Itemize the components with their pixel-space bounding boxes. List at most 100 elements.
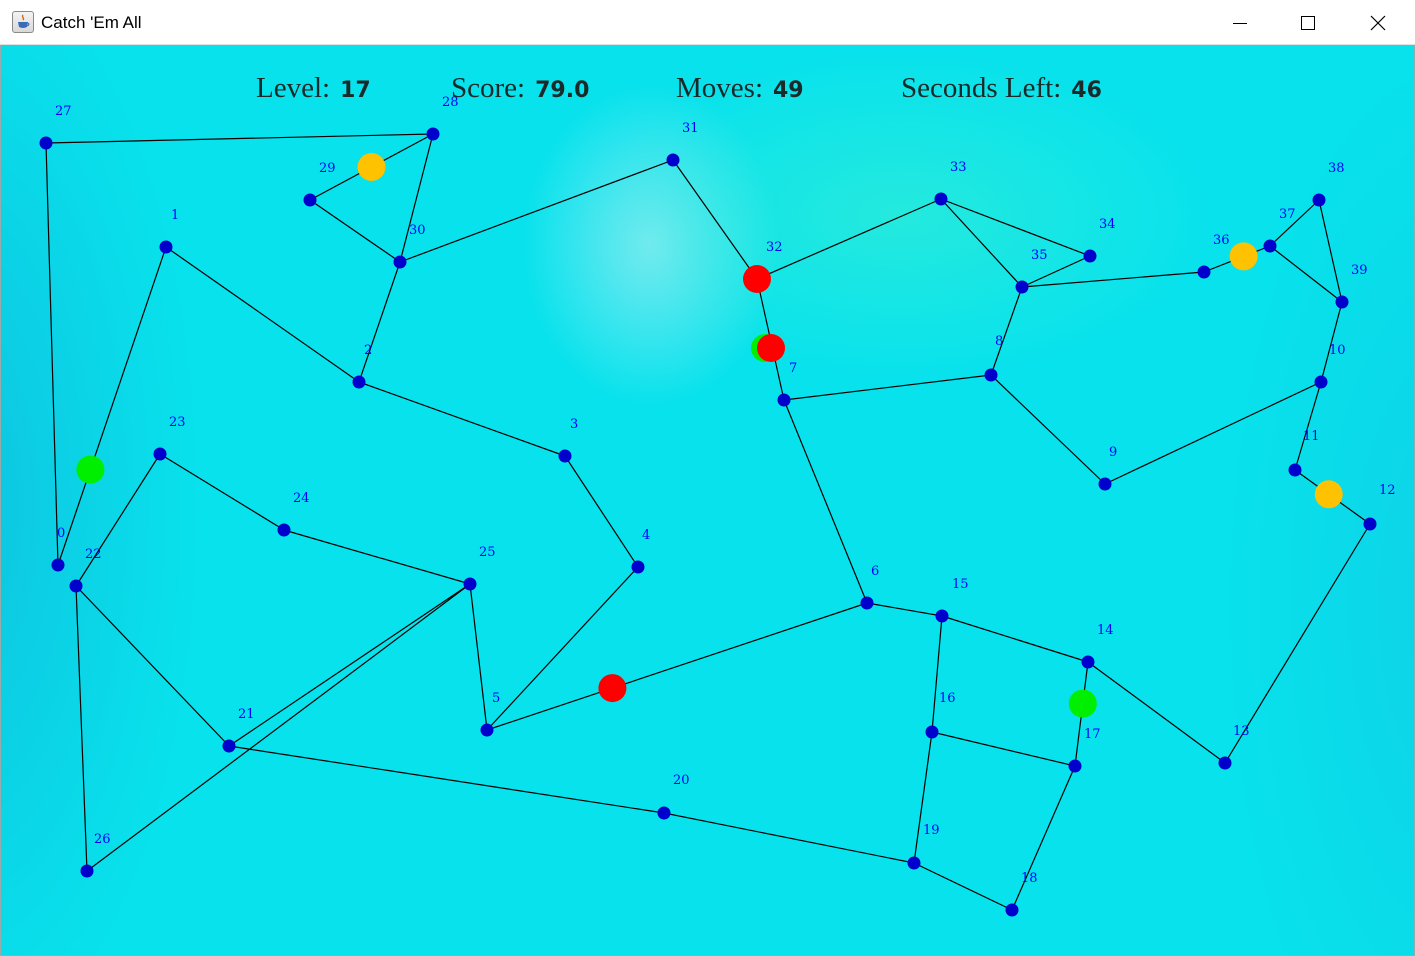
- node-10[interactable]: [1314, 375, 1328, 389]
- node-21[interactable]: [222, 739, 236, 753]
- node-label-7: 7: [789, 361, 797, 376]
- green-piece[interactable]: [1068, 689, 1097, 718]
- node-36[interactable]: [1197, 265, 1211, 279]
- edge-16-19: [913, 731, 933, 864]
- node-label-16: 16: [939, 691, 956, 706]
- level-value: 17: [340, 78, 371, 103]
- node-label-34: 34: [1099, 217, 1116, 232]
- node-34[interactable]: [1083, 249, 1097, 263]
- edge-10-11: [1294, 381, 1322, 471]
- node-label-9: 9: [1109, 445, 1117, 460]
- node-label-39: 39: [1351, 263, 1368, 278]
- edge-18-19: [913, 862, 1013, 911]
- yellow-piece[interactable]: [357, 153, 386, 181]
- edge-24-25: [283, 529, 471, 585]
- seconds-left-value: 46: [1071, 78, 1102, 103]
- node-label-26: 26: [94, 832, 111, 847]
- node-26[interactable]: [80, 864, 94, 878]
- seconds-left-label: Seconds Left:: [901, 72, 1062, 104]
- node-label-13: 13: [1233, 724, 1250, 739]
- node-29[interactable]: [303, 193, 317, 207]
- node-label-36: 36: [1213, 233, 1230, 248]
- node-15[interactable]: [935, 609, 949, 623]
- node-13[interactable]: [1218, 756, 1232, 770]
- window-title: Catch 'Em All: [41, 13, 142, 32]
- game-board[interactable]: 0 1 2 3 4 5 6 7 8 9 10 11 12 13 14 15 16 17 18 19 20 21 22 23 24…: [0, 45, 1415, 956]
- node-7[interactable]: [777, 393, 791, 407]
- edge-4-5: [486, 566, 639, 731]
- edge-0-1: [57, 246, 167, 566]
- node-18[interactable]: [1005, 903, 1019, 917]
- node-label-24: 24: [293, 491, 310, 506]
- edge-13-14: [1087, 661, 1226, 764]
- graph-canvas[interactable]: 0123456789101112131415161718192021222324…: [1, 45, 1415, 956]
- node-37[interactable]: [1263, 239, 1277, 253]
- node-17[interactable]: [1068, 759, 1082, 773]
- title-bar: Catch 'Em All: [0, 0, 1415, 45]
- node-6[interactable]: [860, 596, 874, 610]
- edge-32-33: [756, 198, 942, 280]
- node-label-38: 38: [1328, 161, 1345, 176]
- edge-28-30: [399, 133, 434, 263]
- edge-22-26: [75, 585, 88, 872]
- red-piece[interactable]: [757, 334, 785, 362]
- node-label-19: 19: [923, 823, 940, 838]
- minimize-button[interactable]: [1205, 0, 1275, 45]
- node-19[interactable]: [907, 856, 921, 870]
- edge-5-6: [486, 602, 868, 731]
- node-3[interactable]: [558, 449, 572, 463]
- node-22[interactable]: [69, 579, 83, 593]
- node-8[interactable]: [984, 368, 998, 382]
- node-33[interactable]: [934, 192, 948, 206]
- edge-1-2: [165, 246, 360, 383]
- edge-33-34: [940, 198, 1091, 257]
- node-label-33: 33: [950, 160, 967, 175]
- edge-6-7: [783, 399, 868, 604]
- edge-14-15: [941, 615, 1089, 663]
- nodes: 0123456789101112131415161718192021222324…: [39, 95, 1396, 917]
- node-5[interactable]: [480, 723, 494, 737]
- node-label-6: 6: [871, 564, 879, 579]
- node-label-27: 27: [55, 104, 72, 119]
- edge-17-18: [1011, 765, 1076, 911]
- node-27[interactable]: [39, 136, 53, 150]
- node-14[interactable]: [1081, 655, 1095, 669]
- edge-10-39: [1320, 301, 1343, 383]
- edge-8-35: [990, 286, 1023, 376]
- node-20[interactable]: [657, 806, 671, 820]
- yellow-piece[interactable]: [1314, 480, 1343, 509]
- node-0[interactable]: [51, 558, 65, 572]
- moves-display: Moves: 49: [676, 72, 804, 106]
- node-23[interactable]: [153, 447, 167, 461]
- node-11[interactable]: [1288, 463, 1302, 477]
- green-piece[interactable]: [76, 455, 105, 484]
- node-1[interactable]: [159, 240, 173, 254]
- node-2[interactable]: [352, 375, 366, 389]
- yellow-piece[interactable]: [1229, 242, 1258, 271]
- node-label-2: 2: [364, 343, 372, 358]
- node-30[interactable]: [393, 255, 407, 269]
- node-label-17: 17: [1084, 727, 1101, 742]
- node-label-5: 5: [492, 691, 500, 706]
- node-4[interactable]: [631, 560, 645, 574]
- node-28[interactable]: [426, 127, 440, 141]
- node-12[interactable]: [1363, 517, 1377, 531]
- node-35[interactable]: [1015, 280, 1029, 294]
- node-16[interactable]: [925, 725, 939, 739]
- node-24[interactable]: [277, 523, 291, 537]
- score-display: Score: 79.0: [451, 72, 589, 106]
- close-button[interactable]: [1343, 0, 1413, 45]
- node-38[interactable]: [1312, 193, 1326, 207]
- node-9[interactable]: [1098, 477, 1112, 491]
- red-piece[interactable]: [598, 674, 627, 703]
- edge-7-8: [783, 374, 992, 401]
- minimize-icon: [1233, 22, 1247, 24]
- java-cup-icon: [12, 11, 34, 33]
- node-39[interactable]: [1335, 295, 1349, 309]
- edge-15-16: [931, 615, 943, 733]
- red-piece[interactable]: [743, 265, 771, 293]
- edge-29-30: [309, 199, 401, 263]
- node-31[interactable]: [666, 153, 680, 167]
- node-25[interactable]: [463, 577, 477, 591]
- maximize-button[interactable]: [1273, 0, 1343, 45]
